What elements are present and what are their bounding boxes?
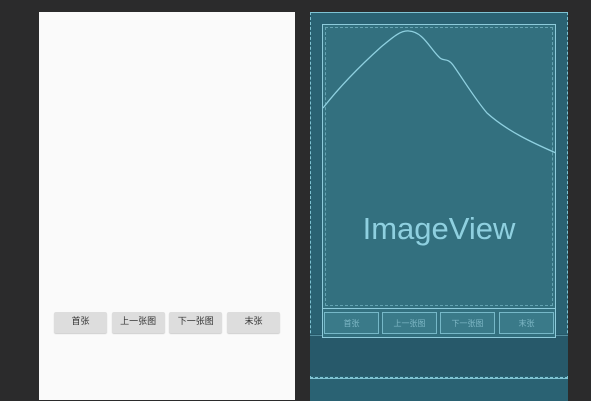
first-image-button[interactable]: 首张 [54, 312, 107, 333]
next-image-button[interactable]: 下一张图 [169, 312, 223, 333]
image-view-label: ImageView [362, 211, 516, 246]
blueprint-next-view [310, 378, 568, 401]
design-preview-pane: 首张 上一张图 下一张图 末张 [39, 12, 295, 400]
blueprint-last-image-button[interactable]: 末张 [499, 312, 554, 334]
blueprint-next-image-button[interactable]: 下一张图 [440, 312, 495, 334]
blueprint-bottom-strip [310, 334, 568, 376]
blueprint-pane: ImageView 首张 上一张图 下一张图 末张 [310, 12, 568, 401]
blueprint-top-border [310, 12, 568, 13]
previous-image-button[interactable]: 上一张图 [111, 312, 165, 333]
blueprint-button-row[interactable]: 首张 上一张图 下一张图 末张 [322, 308, 556, 338]
blueprint-first-image-button[interactable]: 首张 [324, 312, 379, 334]
nav-button-row: 首张 上一张图 下一张图 末张 [54, 312, 280, 333]
last-image-button[interactable]: 末张 [226, 312, 280, 333]
image-placeholder-graphic [323, 30, 555, 154]
blueprint-previous-image-button[interactable]: 上一张图 [382, 312, 437, 334]
blueprint-image-view[interactable]: ImageView [322, 24, 556, 309]
